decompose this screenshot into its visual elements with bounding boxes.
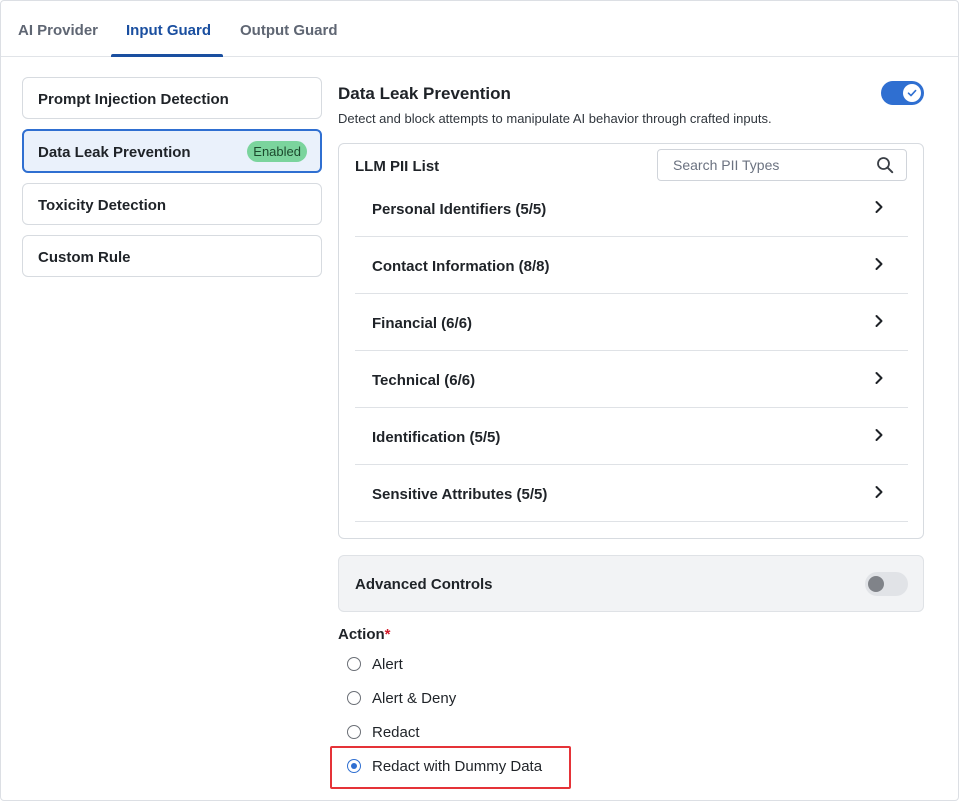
sidebar-item-toxicity-detection[interactable]: Toxicity Detection (22, 183, 322, 225)
pii-category-label: Personal Identifiers (5/5) (372, 201, 547, 218)
check-icon (907, 89, 917, 97)
chevron-right-icon (875, 372, 883, 384)
action-label-text: Action (338, 626, 385, 643)
pii-category-label: Financial (6/6) (372, 315, 473, 332)
advanced-controls-panel: Advanced Controls (338, 555, 924, 612)
active-tab-indicator (111, 54, 223, 57)
chevron-right-icon (875, 486, 883, 498)
sidebar-item-label: Prompt Injection Detection (38, 91, 229, 108)
radio-button[interactable] (347, 725, 361, 739)
radio-button[interactable] (347, 691, 361, 705)
page-description: Detect and block attempts to manipulate … (338, 111, 772, 126)
radio-label: Redact (372, 724, 420, 741)
dlp-enable-toggle[interactable] (881, 81, 924, 105)
page-title: Data Leak Prevention (338, 84, 511, 103)
pii-list-card: LLM PII List Personal Identifiers (5/5) … (338, 143, 924, 539)
sidebar-item-data-leak-prevention[interactable]: Data Leak Prevention Enabled (22, 129, 322, 173)
chevron-right-icon (875, 201, 883, 213)
pii-list-title: LLM PII List (355, 158, 440, 175)
tab-output-guard[interactable]: Output Guard (240, 22, 338, 39)
action-label: Action* (338, 626, 391, 643)
pii-category-row[interactable]: Contact Information (8/8) (355, 237, 908, 294)
pii-category-row[interactable]: Technical (6/6) (355, 351, 908, 408)
pii-category-label: Contact Information (8/8) (372, 258, 550, 275)
tab-input-guard[interactable]: Input Guard (126, 22, 211, 39)
toggle-knob (903, 84, 921, 102)
tab-ai-provider[interactable]: AI Provider (18, 22, 98, 39)
required-asterisk: * (384, 626, 391, 643)
search-icon[interactable] (876, 156, 894, 179)
radio-label: Redact with Dummy Data (372, 758, 543, 775)
sidebar-item-label: Toxicity Detection (38, 197, 167, 214)
radio-button-selected[interactable] (347, 759, 361, 773)
chevron-right-icon (875, 429, 883, 441)
settings-panel: AI Provider Input Guard Output Guard Pro… (0, 0, 959, 801)
sidebar-item-label: Custom Rule (38, 249, 131, 266)
chevron-right-icon (875, 258, 883, 270)
sidebar-item-custom-rule[interactable]: Custom Rule (22, 235, 322, 277)
tab-bar: AI Provider Input Guard Output Guard (1, 1, 958, 57)
pii-category-row[interactable]: Personal Identifiers (5/5) (355, 180, 908, 237)
pii-category-row[interactable]: Sensitive Attributes (5/5) (355, 465, 908, 522)
pii-category-row[interactable]: Identification (5/5) (355, 408, 908, 465)
toggle-knob (868, 576, 884, 592)
advanced-controls-toggle[interactable] (865, 572, 908, 596)
pii-search (657, 149, 907, 181)
radio-label: Alert (372, 656, 403, 673)
sidebar-item-label: Data Leak Prevention (38, 144, 191, 161)
search-input[interactable] (659, 151, 859, 179)
pii-category-label: Identification (5/5) (372, 429, 501, 446)
advanced-controls-label: Advanced Controls (355, 576, 493, 593)
status-badge: Enabled (247, 141, 307, 162)
radio-label: Alert & Deny (372, 690, 457, 707)
radio-button[interactable] (347, 657, 361, 671)
sidebar-item-prompt-injection[interactable]: Prompt Injection Detection (22, 77, 322, 119)
pii-category-label: Sensitive Attributes (5/5) (372, 486, 548, 503)
pii-category-row[interactable]: Financial (6/6) (355, 294, 908, 351)
chevron-right-icon (875, 315, 883, 327)
pii-category-label: Technical (6/6) (372, 372, 476, 389)
